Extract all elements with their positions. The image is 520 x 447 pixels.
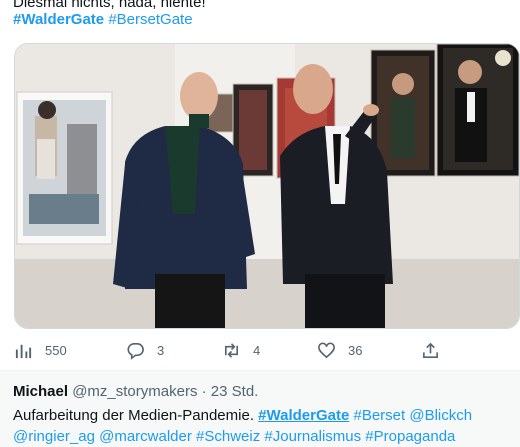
photo-two-men-gallery <box>15 44 519 328</box>
reply-author-name[interactable]: Michael <box>13 383 68 400</box>
reply-mention-ringier[interactable]: @ringier_ag <box>13 428 95 445</box>
like-icon <box>318 342 335 358</box>
reply-icon <box>127 342 144 360</box>
reply-timestamp[interactable]: 23 Std. <box>211 383 259 400</box>
reply-hashtag-schweiz[interactable]: #Schweiz <box>196 428 260 445</box>
retweet-button[interactable]: 4 <box>222 336 260 364</box>
reply-author-handle[interactable]: @mz_storymakers <box>72 383 197 400</box>
reply-hashtag-journalismus[interactable]: #Journalismus <box>264 428 361 445</box>
reply-button[interactable]: 3 <box>126 336 164 364</box>
tweet-hashtags: #WalderGate #BersetGate <box>13 11 193 28</box>
reply-hashtag-propaganda[interactable]: #Propaganda <box>365 428 455 445</box>
tweet-text-line: Diesmal nichts, nada, niente! <box>13 0 206 11</box>
reply-mention-marcwalder[interactable]: @marcwalder <box>99 428 192 445</box>
reply-header: Michael @mz_storymakers · 23 Std. <box>13 383 258 400</box>
like-count: 36 <box>348 342 363 358</box>
hashtag-waldergate[interactable]: #WalderGate <box>13 11 104 28</box>
share-button[interactable] <box>421 336 452 364</box>
reply-hashtag-berset[interactable]: #Berset <box>353 407 405 424</box>
retweet-icon <box>224 342 239 358</box>
views-button[interactable]: 550 <box>14 336 67 364</box>
reply-text-prefix: Aufarbeitung der Medien-Pandemie. <box>13 407 254 424</box>
reply-hashtag-waldergate[interactable]: #WalderGate <box>258 407 349 424</box>
tweet-photo[interactable] <box>14 43 520 329</box>
views-icon <box>15 344 32 358</box>
hashtag-bersetgate[interactable]: #BersetGate <box>108 11 192 28</box>
reply-mention-blickch[interactable]: @Blickch <box>409 407 472 424</box>
retweet-count: 4 <box>253 342 261 358</box>
reply-count: 3 <box>157 342 165 358</box>
reply-separator: · <box>201 383 207 400</box>
tweet-action-bar: 550 3 4 36 <box>14 336 454 364</box>
views-count: 550 <box>45 342 67 358</box>
like-button[interactable]: 36 <box>317 336 362 364</box>
reply-text: Aufarbeitung der Medien-Pandemie. #Walde… <box>13 405 513 447</box>
share-icon <box>423 342 438 358</box>
